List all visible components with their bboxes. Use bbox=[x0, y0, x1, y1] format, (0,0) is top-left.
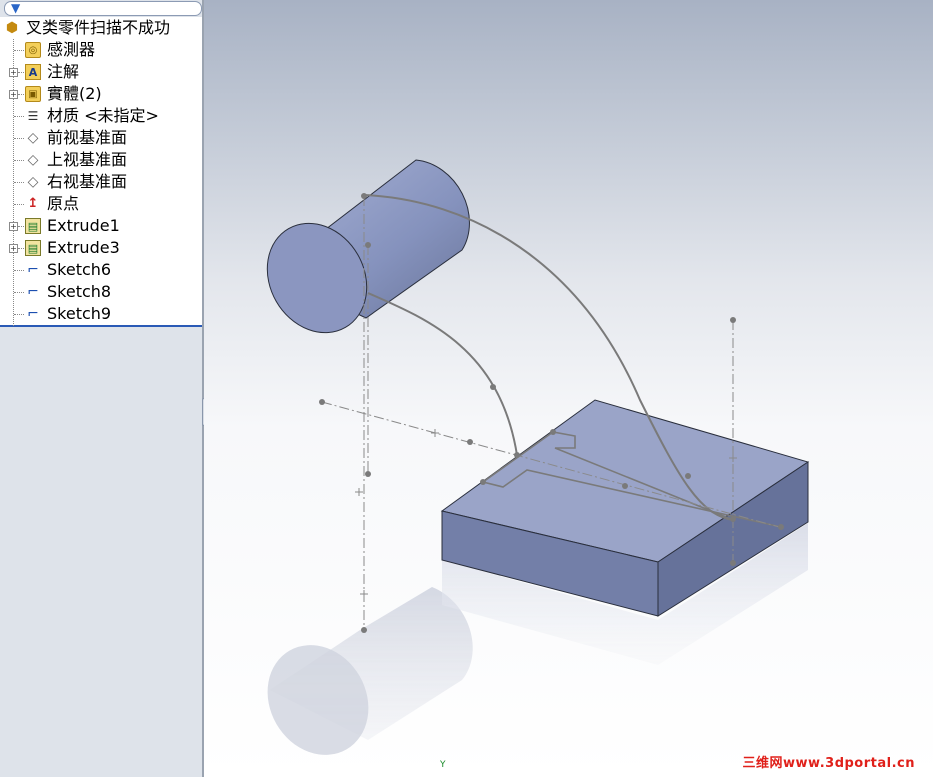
expand-plus-icon[interactable]: + bbox=[9, 222, 18, 231]
tree-item-label: Sketch9 bbox=[47, 304, 112, 323]
sketch-icon: ⌐ bbox=[27, 284, 39, 300]
sketch-icon: ⌐ bbox=[27, 262, 39, 278]
tree-item-origin[interactable]: ↥ 原点 bbox=[0, 193, 202, 215]
filter-icon[interactable]: ▼ bbox=[11, 1, 20, 15]
tree-item-annotations[interactable]: + A 注解 bbox=[0, 61, 202, 83]
tree-item-label: 原点 bbox=[47, 194, 80, 213]
material-icon: ☰ bbox=[27, 109, 39, 123]
tree-item-label: Extrude3 bbox=[47, 238, 120, 257]
sketch-icon: ⌐ bbox=[27, 306, 39, 322]
tree-item-sketch9[interactable]: ⌐ Sketch9 bbox=[0, 303, 202, 325]
tree-item-label: 實體(2) bbox=[47, 84, 102, 103]
extrude-icon: ▤ bbox=[25, 240, 41, 256]
tree-item-label: Sketch6 bbox=[47, 260, 112, 279]
tree-item-material[interactable]: ☰ 材质 <未指定> bbox=[0, 105, 202, 127]
graphics-area[interactable]: Y 三维网www.3dportal.cn bbox=[204, 0, 933, 777]
tree-item-label: Extrude1 bbox=[47, 216, 120, 235]
tree-item-label: 前视基准面 bbox=[47, 128, 128, 147]
tree-item-label: Sketch8 bbox=[47, 282, 112, 301]
feature-tree: ⬢ 叉类零件扫描不成功 ◎ 感測器 + A 注解 + ▣ 實體(2) ☰ 材质 … bbox=[0, 17, 202, 327]
tree-item-label: 感測器 bbox=[47, 40, 96, 59]
tree-item-label: 材质 <未指定> bbox=[47, 106, 159, 125]
tree-item-solid-bodies[interactable]: + ▣ 實體(2) bbox=[0, 83, 202, 105]
expand-plus-icon[interactable]: + bbox=[9, 68, 18, 77]
tree-item-extrude3[interactable]: + ▤ Extrude3 bbox=[0, 237, 202, 259]
part-name-label: 叉类零件扫描不成功 bbox=[26, 18, 171, 37]
tree-item-sketch8[interactable]: ⌐ Sketch8 bbox=[0, 281, 202, 303]
view-triad: Y bbox=[440, 760, 446, 770]
plane-icon: ◇ bbox=[27, 174, 39, 190]
tree-item-right-plane[interactable]: ◇ 右视基准面 bbox=[0, 171, 202, 193]
tree-item-top-plane[interactable]: ◇ 上视基准面 bbox=[0, 149, 202, 171]
origin-icon: ↥ bbox=[27, 196, 39, 211]
tree-item-sketch6[interactable]: ⌐ Sketch6 bbox=[0, 259, 202, 281]
model-view[interactable] bbox=[204, 0, 933, 777]
tree-item-label: 右视基准面 bbox=[47, 172, 128, 191]
tree-item-front-plane[interactable]: ◇ 前视基准面 bbox=[0, 127, 202, 149]
tree-item-label: 注解 bbox=[47, 62, 80, 81]
solid-bodies-icon: ▣ bbox=[25, 86, 41, 102]
sensor-folder-icon: ◎ bbox=[25, 42, 41, 58]
tree-item-label: 上视基准面 bbox=[47, 150, 128, 169]
cylinder-body bbox=[266, 159, 470, 334]
extrude-icon: ▤ bbox=[25, 218, 41, 234]
annotations-icon: A bbox=[25, 64, 41, 80]
tree-root-part[interactable]: ⬢ 叉类零件扫描不成功 bbox=[0, 17, 202, 39]
plane-icon: ◇ bbox=[27, 152, 39, 168]
expand-plus-icon[interactable]: + bbox=[9, 244, 18, 253]
site-watermark: 三维网www.3dportal.cn bbox=[742, 756, 915, 771]
part-icon: ⬢ bbox=[5, 20, 19, 36]
tree-item-extrude1[interactable]: + ▤ Extrude1 bbox=[0, 215, 202, 237]
feature-filter-bar[interactable]: ▼ bbox=[4, 1, 202, 16]
tree-item-sensors[interactable]: ◎ 感測器 bbox=[0, 39, 202, 61]
expand-plus-icon[interactable]: + bbox=[9, 90, 18, 99]
plane-icon: ◇ bbox=[27, 130, 39, 146]
feature-manager-panel: ▼ ⬢ 叉类零件扫描不成功 ◎ 感測器 + A 注解 + ▣ 實體(2) ☰ 材… bbox=[0, 0, 202, 777]
